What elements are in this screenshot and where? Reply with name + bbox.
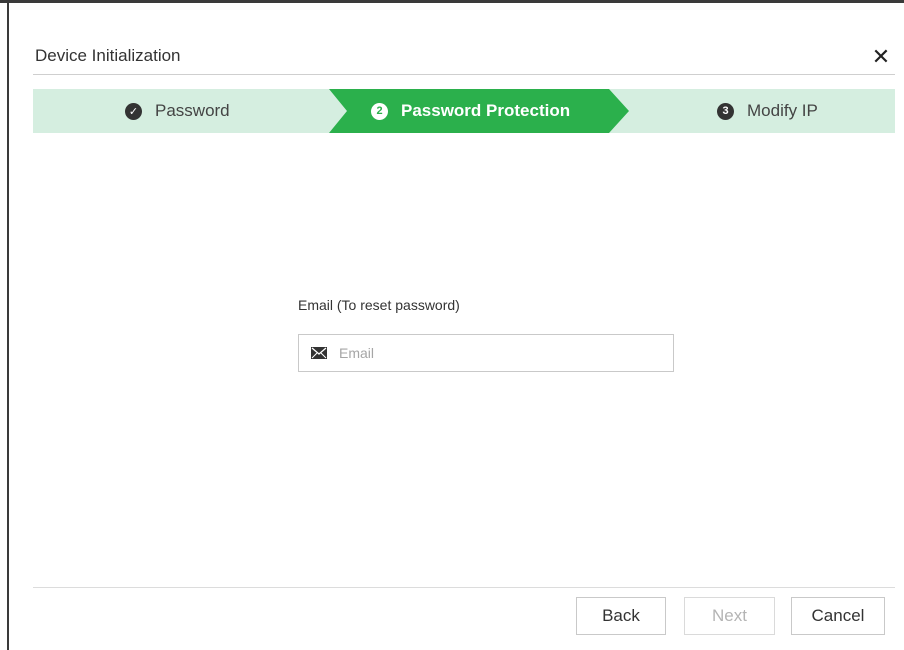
window-left-edge (0, 0, 9, 650)
step-password: ✓ Password (125, 89, 230, 133)
email-field[interactable] (298, 334, 674, 372)
step-label: Password Protection (401, 101, 571, 120)
cancel-button[interactable]: Cancel (791, 597, 885, 635)
email-input[interactable] (337, 344, 661, 362)
check-circle-icon: ✓ (125, 102, 142, 120)
footer-divider (33, 587, 895, 588)
next-button[interactable]: Next (684, 597, 775, 635)
device-initialization-dialog: Device Initialization ✕ ✓ Password 2 Pas… (9, 3, 904, 650)
step-label: Password (155, 101, 230, 120)
close-icon[interactable]: ✕ (871, 46, 891, 68)
dialog-title: Device Initialization (35, 46, 181, 65)
back-button[interactable]: Back (576, 597, 666, 635)
step-label: Modify IP (747, 101, 818, 120)
step-modify-ip: 3 Modify IP (717, 89, 818, 133)
number-3-icon: 3 (717, 102, 734, 120)
email-label: Email (To reset password) (298, 297, 460, 313)
step-password-protection: 2 Password Protection (371, 89, 570, 133)
number-2-icon: 2 (371, 102, 388, 120)
envelope-icon (311, 347, 327, 359)
title-divider (33, 74, 895, 75)
step-progress-bar: ✓ Password 2 Password Protection 3 Modif… (33, 89, 895, 133)
